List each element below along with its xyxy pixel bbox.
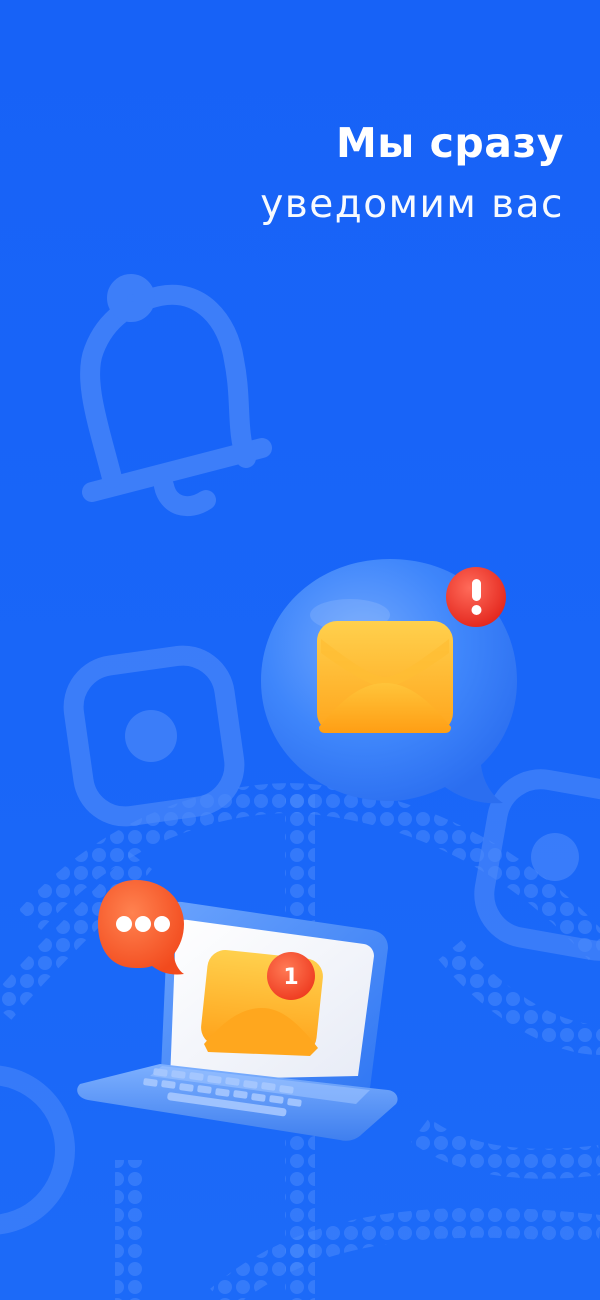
onboarding-screen: Мы сразу уведомим вас 1: [0, 0, 600, 1300]
notification-count-badge: 1: [267, 952, 315, 1000]
headline: Мы сразу уведомим вас: [260, 112, 564, 236]
headline-title: Мы сразу: [335, 119, 564, 167]
notification-count: 1: [283, 965, 298, 990]
laptop-illustration: 1: [77, 880, 398, 1141]
mail-bubble-illustration: [261, 559, 517, 804]
bell-outline-icon: [80, 274, 272, 517]
chat-bubble-icon: [98, 880, 184, 975]
alert-badge-icon: [446, 567, 506, 627]
square-dot: [125, 710, 177, 762]
headline-subtitle: уведомим вас: [260, 182, 564, 227]
left-circle-outline: [0, 1065, 75, 1235]
envelope-icon: [317, 621, 453, 733]
